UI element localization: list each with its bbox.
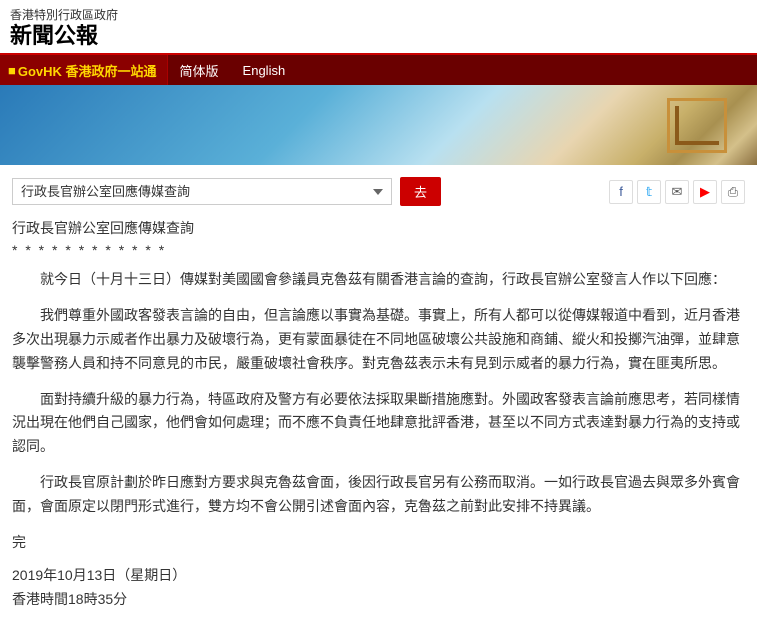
article-title: 行政長官辦公室回應傳媒查詢 <box>12 218 745 238</box>
banner-overlay <box>637 85 757 165</box>
article-paragraph-3: 面對持續升級的暴力行為，特區政府及警方有必要依法採取果斷措施應對。外國政客發表言… <box>12 388 745 459</box>
nav-govhk[interactable]: ■ GovHK 香港政府一站通 <box>0 55 168 85</box>
article: 行政長官辦公室回應傳媒查詢 * * * * * * * * * * * * 就今… <box>12 218 745 612</box>
content-area: 行政長官辦公室回應傳媒查詢 去 f 𝕥 ✉ ▶ ⎙ 行政長官辦公室回應傳媒查詢 … <box>0 165 757 620</box>
gov-subtitle: 香港特別行政區政府 <box>10 6 747 23</box>
nav-simplified[interactable]: 简体版 <box>168 55 231 85</box>
youtube-icon[interactable]: ▶ <box>693 180 717 204</box>
mail-icon[interactable]: ✉ <box>665 180 689 204</box>
banner-logo-box <box>667 98 727 153</box>
facebook-icon[interactable]: f <box>609 180 633 204</box>
nav-govhk-label: GovHK 香港政府一站通 <box>18 61 157 80</box>
go-button[interactable]: 去 <box>400 177 441 206</box>
nav-links: 简体版 English <box>168 55 298 85</box>
gov-title: 新聞公報 <box>10 23 747 49</box>
banner <box>0 85 757 165</box>
article-paragraph-4: 行政長官原計劃於昨日應對方要求與克魯茲會面，後因行政長官另有公務而取消。一如行政… <box>12 471 745 519</box>
social-icons: f 𝕥 ✉ ▶ ⎙ <box>609 180 745 204</box>
banner-logo-inner <box>675 106 719 145</box>
twitter-icon[interactable]: 𝕥 <box>637 180 661 204</box>
article-stars: * * * * * * * * * * * * <box>12 242 745 258</box>
article-end: 完 <box>12 531 745 555</box>
nav-bar: ■ GovHK 香港政府一站通 简体版 English <box>0 55 757 85</box>
category-select[interactable]: 行政長官辦公室回應傳媒查詢 <box>12 178 392 205</box>
article-body: 就今日（十月十三日）傳媒對美國國會參議員克魯茲有關香港言論的查詢，行政長官辦公室… <box>12 268 745 518</box>
article-footer: 完 2019年10月13日（星期日） 香港時間18時35分 <box>12 531 745 612</box>
article-date: 2019年10月13日（星期日） <box>12 564 745 588</box>
print-icon[interactable]: ⎙ <box>721 180 745 204</box>
nav-english[interactable]: English <box>231 55 298 85</box>
article-paragraph-1: 就今日（十月十三日）傳媒對美國國會參議員克魯茲有關香港言論的查詢，行政長官辦公室… <box>12 268 745 292</box>
dropdown-bar: 行政長官辦公室回應傳媒查詢 去 f 𝕥 ✉ ▶ ⎙ <box>12 177 745 206</box>
govhk-icon: ■ <box>8 63 16 78</box>
article-time: 香港時間18時35分 <box>12 588 745 612</box>
header: 香港特別行政區政府 新聞公報 <box>0 0 757 51</box>
article-paragraph-2: 我們尊重外國政客發表言論的自由，但言論應以事實為基礎。事實上，所有人都可以從傳媒… <box>12 304 745 375</box>
